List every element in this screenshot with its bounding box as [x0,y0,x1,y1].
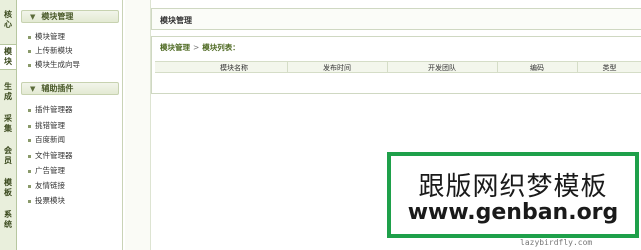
bullet-icon [28,108,31,112]
vtab-generate-char1: 生 [4,82,12,91]
vtab-generate[interactable]: 生 成 [0,82,16,102]
vertical-tab-bar: 核 心 模 块 生 成 采 集 会 员 模 板 系 统 [0,0,17,250]
bullet-icon [28,63,31,67]
vtab-module[interactable]: 模 块 [0,44,16,70]
bullet-icon [28,35,31,39]
vtab-system-char2: 统 [4,220,12,229]
menu-item-module-wizard[interactable]: 模块生成向导 [28,60,80,70]
content-gutter [125,0,151,250]
column-header-name: 模块名称 [220,64,248,72]
bullet-icon [28,184,31,188]
vtab-module-char2: 块 [4,57,12,66]
vtab-collect-char1: 采 [4,114,12,123]
menu-item-label: 插件管理器 [35,105,73,114]
breadcrumb-current: 模块列表： [202,43,240,52]
vtab-system[interactable]: 系 统 [0,210,16,230]
table-header: 模块名称 发布时间 开发团队 编码 类型 [155,61,641,73]
menu-item-label: 模块生成向导 [35,60,80,69]
menu-item-ad-management[interactable]: 广告管理 [28,166,65,176]
vtab-template-char1: 模 [4,178,12,187]
menu-item-label: 上传新模块 [35,46,73,55]
vtab-core-char1: 核 [4,10,12,19]
bullet-icon [28,138,31,142]
module-list-panel: 模块管理 > 模块列表： 模块名称 发布时间 开发团队 编码 类型 [151,36,641,94]
menu-item-file-manager[interactable]: 文件管理器 [28,151,73,161]
image-credit: lazybirdfly.com [520,238,593,247]
chevron-down-icon: ▼ [30,85,36,93]
vtab-template[interactable]: 模 板 [0,178,16,198]
vtab-member-char2: 员 [4,156,12,165]
vtab-member[interactable]: 会 员 [0,146,16,166]
breadcrumb-separator: > [193,43,200,52]
menu-item-label: 投票模块 [35,196,65,205]
group-module-management-label: 模块管理 [41,12,74,21]
page-title: 模块管理 [160,16,192,25]
bullet-icon [28,169,31,173]
bullet-icon [28,199,31,203]
vtab-generate-char2: 成 [4,92,12,101]
column-header-dev-team: 开发团队 [428,64,456,72]
breadcrumb: 模块管理 > 模块列表： [160,42,240,53]
menu-item-plugin-manager[interactable]: 插件管理器 [28,105,73,115]
vtab-template-char2: 板 [4,188,12,197]
menu-item-friend-links[interactable]: 友情链接 [28,181,65,191]
watermark-logo: 跟版网织梦模板 www.genban.org [387,152,639,238]
menu-item-module-management[interactable]: 模块管理 [28,32,65,42]
menu-item-label: 百度新闻 [35,135,65,144]
watermark-url-text: www.genban.org [407,200,619,225]
menu-item-label: 模块管理 [35,32,65,41]
menu-item-vote-module[interactable]: 投票模块 [28,196,65,206]
vtab-collect[interactable]: 采 集 [0,114,16,134]
vtab-module-char1: 模 [4,47,12,56]
menu-item-baidu-news[interactable]: 百度新闻 [28,135,65,145]
menu-item-label: 挑错管理 [35,121,65,130]
group-module-management[interactable]: ▼ 模块管理 [21,10,119,23]
menu-item-error-management[interactable]: 挑错管理 [28,121,65,131]
breadcrumb-root[interactable]: 模块管理 [160,43,190,52]
bullet-icon [28,154,31,158]
menu-item-label: 广告管理 [35,166,65,175]
column-header-encoding: 编码 [530,64,544,72]
sidebar-menu: ▼ 模块管理 模块管理 上传新模块 模块生成向导 ▼ 辅助插件 插件管理器 挑错管理… [17,0,123,250]
bullet-icon [28,124,31,128]
group-plugins[interactable]: ▼ 辅助插件 [21,82,119,95]
title-bar: 模块管理 [151,8,641,30]
column-header-type: 类型 [602,64,617,72]
vtab-system-char1: 系 [4,210,12,219]
vtab-collect-char2: 集 [4,124,12,133]
watermark-brand-text: 跟版网织梦模板 [418,172,608,202]
vtab-member-char1: 会 [4,146,12,155]
vtab-core-char2: 心 [4,20,12,29]
menu-item-label: 友情链接 [35,181,65,190]
chevron-down-icon: ▼ [30,13,36,21]
column-header-publish-time: 发布时间 [323,64,351,72]
vtab-core[interactable]: 核 心 [0,10,16,30]
menu-item-upload-module[interactable]: 上传新模块 [28,46,73,56]
group-plugins-label: 辅助插件 [41,84,74,93]
bullet-icon [28,49,31,53]
menu-item-label: 文件管理器 [35,151,73,160]
